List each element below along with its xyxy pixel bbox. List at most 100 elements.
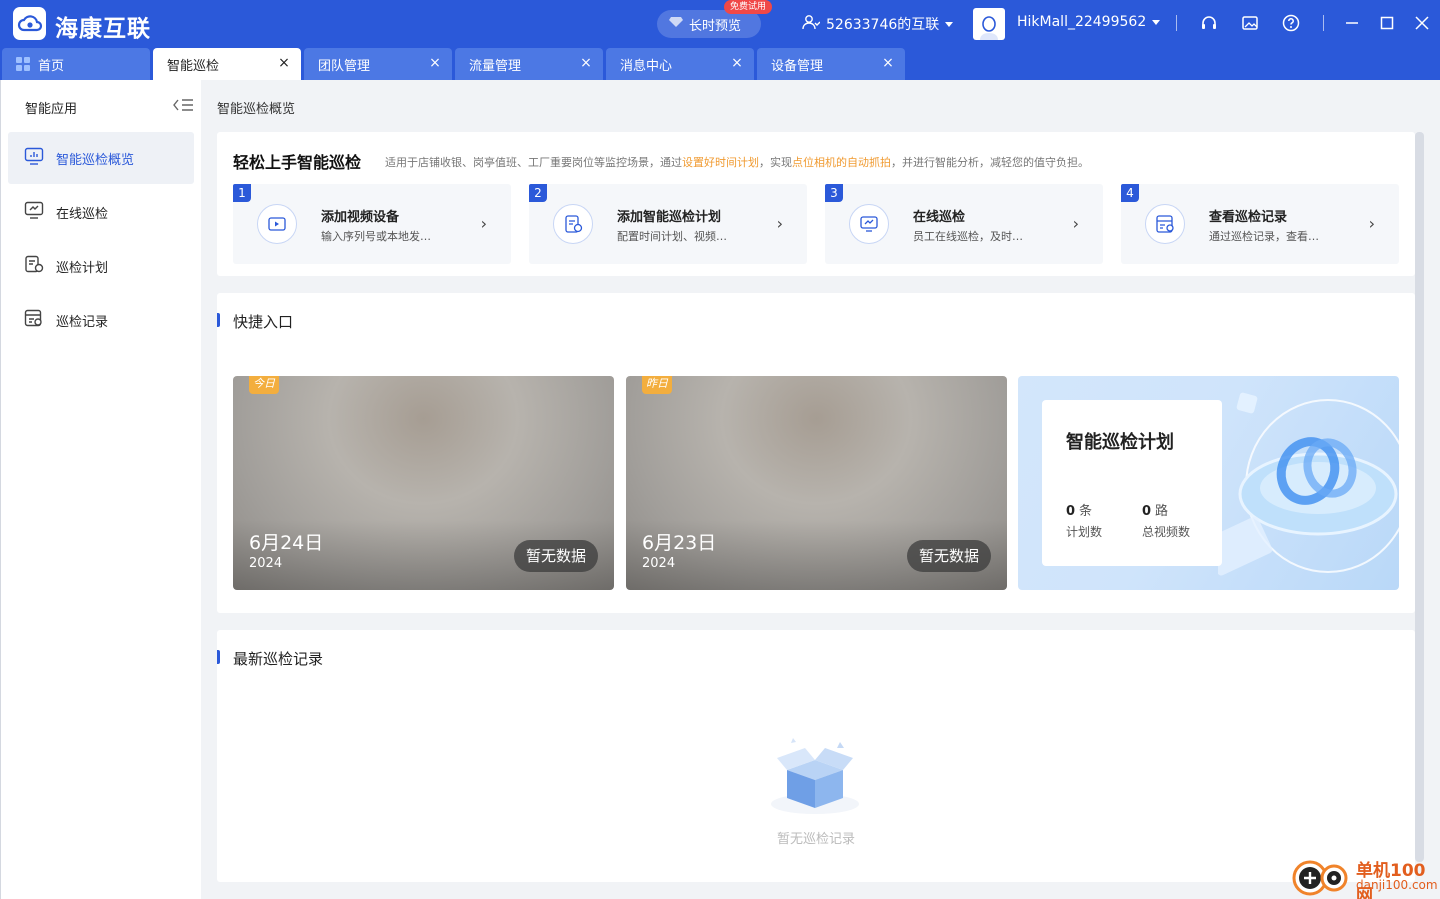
minimize-icon[interactable]: [1342, 13, 1362, 33]
no-data-badge: 暂无数据: [906, 540, 991, 572]
sidebar-item-label: 巡检计划: [56, 260, 109, 276]
long-preview-label: 长时预览: [689, 18, 742, 34]
org-users-icon: [802, 14, 821, 34]
plan-count-unit: 条: [1079, 504, 1093, 519]
online-monitor-icon: [849, 204, 889, 244]
tab-close-icon[interactable]: ×: [881, 56, 895, 70]
step-add-video-device[interactable]: 1 添加视频设备 输入序列号或本地发… ›: [233, 184, 511, 264]
step-view-records[interactable]: 4 查看巡检记录 通过巡检记录，查看… ›: [1121, 184, 1399, 264]
step-number: 1: [233, 184, 251, 202]
tab-smart-patrol[interactable]: 智能巡检 ×: [153, 48, 301, 80]
sidebar-heading: 智能应用: [25, 102, 78, 117]
card-year: 2024: [249, 556, 283, 571]
tab-close-icon[interactable]: ×: [277, 56, 291, 70]
latest-records-panel: 最新巡检记录 暂无巡检记录: [217, 630, 1415, 882]
free-trial-badge: 免费试用: [724, 0, 773, 14]
collapse-sidebar-icon[interactable]: [172, 98, 194, 116]
breadcrumb: 智能巡检概览: [217, 102, 296, 117]
step-add-smart-plan[interactable]: 2 添加智能巡检计划 配置时间计划、视频… ›: [529, 184, 807, 264]
tab-home[interactable]: 首页: [2, 48, 150, 80]
sidebar-item-label: 智能巡检概览: [56, 152, 135, 168]
scrollbar[interactable]: [1415, 132, 1424, 862]
video-count-unit: 路: [1155, 504, 1169, 519]
record-icon: [24, 309, 44, 331]
sidebar-item-overview[interactable]: 智能巡检概览: [8, 132, 194, 184]
step-number: 4: [1121, 184, 1139, 202]
tab-label: 消息中心: [620, 58, 673, 74]
section-accent: [217, 313, 220, 327]
card-year: 2024: [642, 556, 676, 571]
step-description: 员工在线巡检，及时…: [913, 230, 1023, 243]
tab-label: 首页: [38, 58, 65, 74]
help-icon[interactable]: [1281, 13, 1301, 33]
close-icon[interactable]: [1412, 13, 1432, 33]
smart-plan-icon: [553, 204, 593, 244]
step-description: 通过巡检记录，查看…: [1209, 230, 1319, 243]
tab-device-management[interactable]: 设备管理 ×: [757, 48, 905, 80]
diamond-icon: [669, 16, 683, 32]
sidebar-item-label: 在线巡检: [56, 206, 109, 222]
step-description: 配置时间计划、视频…: [617, 230, 727, 243]
plan-icon: [24, 255, 44, 277]
online-patrol-icon: [24, 201, 44, 223]
sidebar-item-patrol-plan[interactable]: 巡检计划: [8, 240, 194, 292]
chevron-right-icon: ›: [776, 214, 783, 233]
chevron-right-icon: ›: [480, 214, 487, 233]
headset-icon[interactable]: [1199, 13, 1219, 33]
tab-label: 智能巡检: [167, 58, 220, 74]
card-date: 6月23日: [642, 532, 717, 554]
step-number: 3: [825, 184, 843, 202]
sidebar-item-patrol-record[interactable]: 巡检记录: [8, 294, 194, 346]
step-title: 在线巡检: [913, 210, 966, 225]
org-switcher[interactable]: 52633746的互联: [802, 14, 954, 34]
latest-records-title: 最新巡检记录: [233, 650, 324, 668]
avatar[interactable]: [973, 8, 1005, 40]
watermark-en: danji100.com: [1356, 878, 1438, 892]
image-gallery-icon[interactable]: [1240, 13, 1260, 33]
today-card[interactable]: 今日 6月24日 2024 暂无数据: [233, 376, 614, 590]
app-title: 海康互联: [55, 16, 151, 42]
empty-records-text: 暂无巡检记录: [776, 832, 855, 847]
sidebar-item-online-patrol[interactable]: 在线巡检: [8, 186, 194, 238]
watermark-logo-icon: [1292, 860, 1348, 896]
long-preview-button[interactable]: 长时预览: [657, 10, 761, 38]
plan-summary-box: 智能巡检计划 0条 计划数 0路 总视频数: [1042, 400, 1222, 566]
tab-bar: 首页 智能巡检 × 团队管理 × 流量管理 × 消息中心 × 设备管理 ×: [0, 48, 1440, 80]
section-accent: [217, 650, 220, 664]
smart-plan-card[interactable]: 智能巡检计划 0条 计划数 0路 总视频数: [1018, 376, 1399, 590]
overview-icon: [24, 147, 44, 169]
guide-panel: 轻松上手智能巡检 适用于店铺收银、岗亭值班、工厂重要岗位等监控场景，通过设置好时…: [217, 132, 1415, 276]
plan-count-stat: 0条 计划数: [1066, 500, 1102, 540]
tab-close-icon[interactable]: ×: [428, 56, 442, 70]
quick-entry-panel: 快捷入口 今日 6月24日 2024 暂无数据 昨日 6月23日 2024 暂无…: [217, 293, 1415, 613]
user-menu[interactable]: HikMall_22499562: [1017, 14, 1161, 30]
chevron-right-icon: ›: [1368, 214, 1375, 233]
yesterday-card[interactable]: 昨日 6月23日 2024 暂无数据: [626, 376, 1007, 590]
guide-description: 适用于店铺收银、岗亭值班、工厂重要岗位等监控场景，通过设置好时间计划，实现点位相…: [385, 156, 1089, 169]
video-count-stat: 0路 总视频数: [1142, 500, 1190, 540]
divider: [1323, 15, 1324, 31]
step-title: 添加智能巡检计划: [617, 210, 722, 225]
chevron-right-icon: ›: [1072, 214, 1079, 233]
step-title: 查看巡检记录: [1209, 210, 1288, 225]
tab-label: 团队管理: [318, 58, 371, 74]
tab-close-icon[interactable]: ×: [730, 56, 744, 70]
video-device-icon: [257, 204, 297, 244]
day-tag: 昨日: [642, 376, 672, 394]
site-watermark: 单机100网 danji100.com: [1290, 856, 1440, 899]
chevron-down-icon: [945, 21, 954, 27]
plan-title: 智能巡检计划: [1066, 432, 1174, 453]
plan-count-label: 计划数: [1066, 525, 1103, 539]
step-online-patrol[interactable]: 3 在线巡检 员工在线巡检，及时… ›: [825, 184, 1103, 264]
tab-team-management[interactable]: 团队管理 ×: [304, 48, 452, 80]
day-tag: 今日: [249, 376, 279, 394]
sidebar-item-label: 巡检记录: [56, 314, 109, 330]
view-record-icon: [1145, 204, 1185, 244]
app-logo-icon: [13, 7, 46, 40]
maximize-icon[interactable]: [1377, 13, 1397, 33]
tab-message-center[interactable]: 消息中心 ×: [606, 48, 754, 80]
tab-close-icon[interactable]: ×: [579, 56, 593, 70]
tab-traffic-management[interactable]: 流量管理 ×: [455, 48, 603, 80]
step-number: 2: [529, 184, 547, 202]
chevron-down-icon: [1152, 19, 1161, 25]
